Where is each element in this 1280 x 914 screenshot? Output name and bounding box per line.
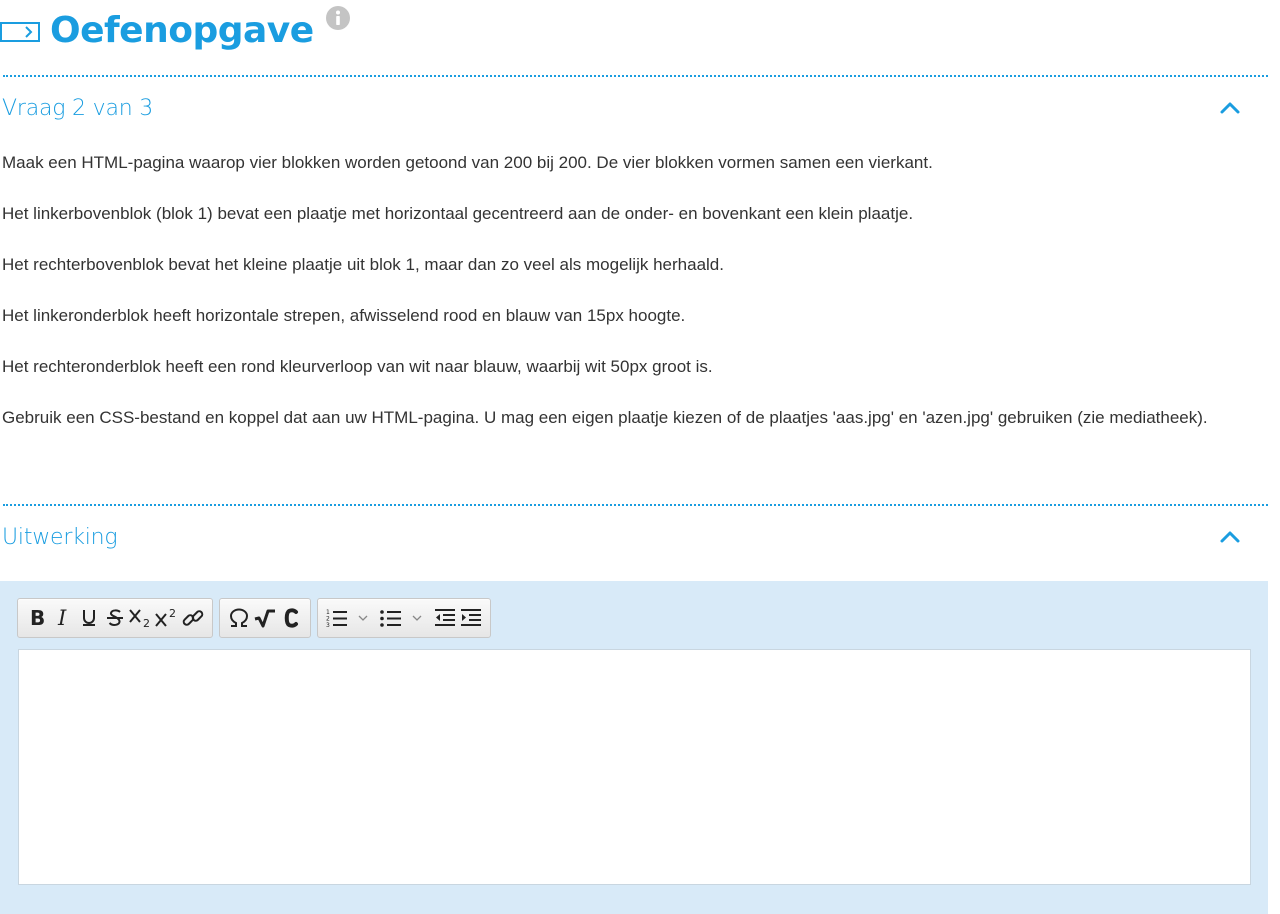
numbered-list-icon: 1 2 3 (325, 607, 349, 629)
numbered-list-button[interactable]: 1 2 3 (324, 603, 350, 633)
bulleted-list-dropdown[interactable] (404, 603, 430, 633)
answer-section-title: Uitwerking (2, 524, 118, 550)
special-character-button[interactable] (226, 603, 252, 633)
page: Oefenopgave Vraag 2 van 3 Maak een HTML-… (0, 0, 1280, 914)
section-divider (3, 504, 1268, 506)
question-paragraph: Gebruik een CSS-bestand en koppel dat aa… (2, 408, 1208, 427)
question-paragraph: Het rechterbovenblok bevat het kleine pl… (2, 255, 724, 274)
question-section-title: Vraag 2 van 3 (2, 95, 154, 121)
bold-icon: B (27, 607, 47, 629)
answer-section-header[interactable]: Uitwerking (2, 519, 1252, 555)
superscript-icon: 2 (154, 607, 180, 629)
link-button[interactable] (180, 603, 206, 633)
link-icon (181, 607, 205, 629)
math-formula-button[interactable] (252, 603, 278, 633)
italic-button[interactable]: I (50, 603, 76, 633)
subscript-icon: 2 (128, 607, 154, 629)
chevron-up-icon[interactable] (1218, 96, 1242, 120)
exercise-arrow-icon (0, 20, 40, 44)
outdent-button[interactable] (432, 603, 458, 633)
svg-text:3: 3 (326, 622, 330, 629)
svg-text:2: 2 (143, 617, 150, 629)
svg-text:B: B (30, 607, 45, 629)
page-header: Oefenopgave (0, 0, 350, 60)
bold-button[interactable]: B (24, 603, 50, 633)
superscript-button[interactable]: 2 (154, 603, 180, 633)
strikethrough-icon (104, 607, 126, 629)
subscript-button[interactable]: 2 (128, 603, 154, 633)
svg-text:2: 2 (169, 607, 176, 620)
numbered-list-dropdown[interactable] (350, 603, 376, 633)
question-paragraph: Het linkerbovenblok (blok 1) bevat een p… (2, 204, 914, 223)
editor-text-area[interactable] (18, 649, 1251, 885)
editor-toolbar: B I 2 2 1 2 3 (17, 598, 491, 638)
section-divider (3, 75, 1268, 77)
italic-icon: I (53, 607, 73, 629)
indent-icon (459, 607, 483, 629)
question-paragraph: Maak een HTML-pagina waarop vier blokken… (2, 153, 933, 172)
rich-text-editor: B I 2 2 1 2 3 (0, 581, 1268, 914)
code-button[interactable] (278, 603, 304, 633)
chevron-up-icon[interactable] (1218, 525, 1242, 549)
outdent-icon (433, 607, 457, 629)
underline-button[interactable] (76, 603, 102, 633)
page-title: Oefenopgave (50, 9, 314, 51)
chevron-down-icon (412, 613, 422, 623)
insert-group (219, 598, 311, 638)
omega-icon (227, 607, 251, 629)
code-icon (280, 607, 302, 629)
bulleted-list-icon (379, 607, 403, 629)
question-section-header[interactable]: Vraag 2 van 3 (2, 90, 1252, 126)
svg-text:I: I (57, 607, 67, 629)
question-paragraph: Het rechteronderblok heeft een rond kleu… (2, 357, 713, 376)
indent-button[interactable] (458, 603, 484, 633)
bulleted-list-button[interactable] (378, 603, 404, 633)
question-text: Maak een HTML-pagina waarop vier blokken… (2, 150, 1252, 456)
underline-icon (79, 607, 99, 629)
formatting-group: B I 2 2 (17, 598, 213, 638)
chevron-down-icon (358, 613, 368, 623)
list-group: 1 2 3 (317, 598, 491, 638)
question-paragraph: Het linkeronderblok heeft horizontale st… (2, 306, 686, 325)
strikethrough-button[interactable] (102, 603, 128, 633)
square-root-icon (253, 607, 277, 629)
info-icon[interactable] (325, 6, 350, 30)
